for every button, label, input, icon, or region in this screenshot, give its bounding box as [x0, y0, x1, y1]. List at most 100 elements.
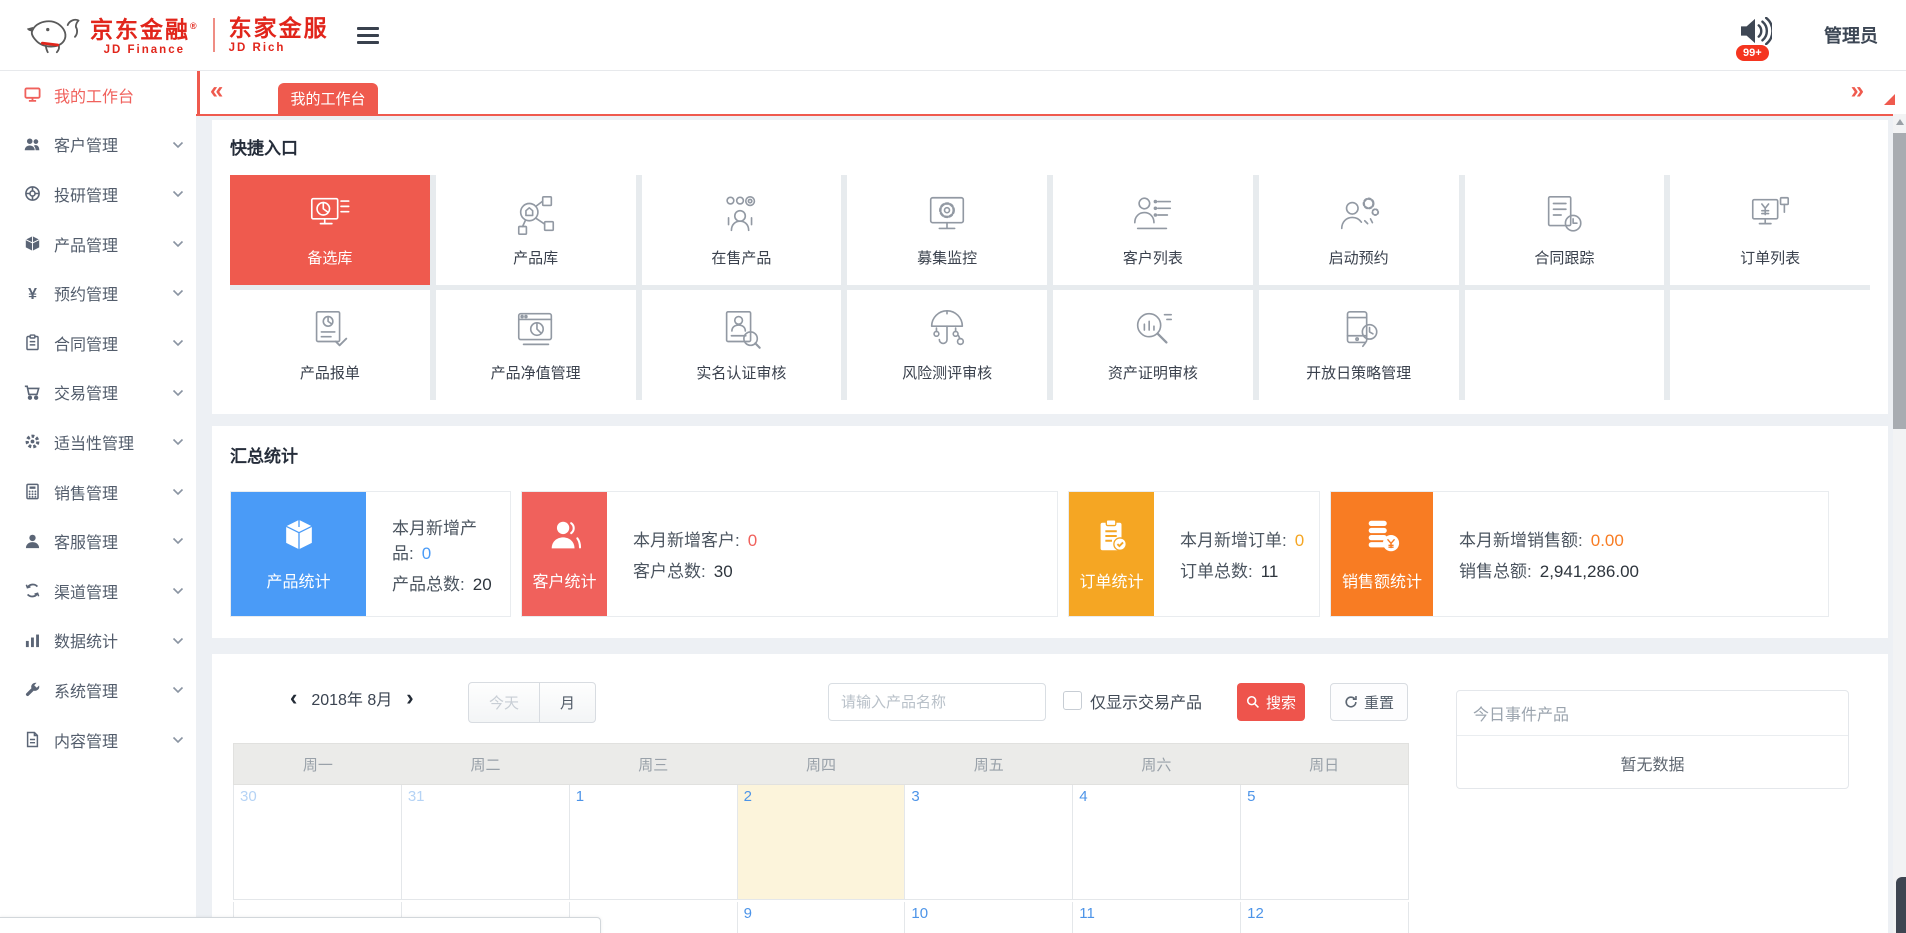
quick-entry-card[interactable]: 订单列表 — [1670, 175, 1870, 285]
calendar-day-cell[interactable]: 11 — [1073, 902, 1240, 933]
sidebar-item[interactable]: ¥预约管理 — [0, 268, 196, 318]
chevron-down-icon — [172, 339, 184, 347]
sidebar-item[interactable]: 适当性管理 — [0, 417, 196, 467]
sidebar-item[interactable]: 系统管理 — [0, 665, 196, 715]
menu-toggle-icon[interactable] — [357, 27, 379, 44]
quick-entry-card[interactable]: 备选库 — [230, 175, 430, 285]
sidebar-item-label: 客服管理 — [54, 529, 118, 553]
quick-entry-card[interactable]: 启动预约 — [1259, 175, 1459, 285]
calendar-day-cell[interactable]: 9 — [738, 902, 905, 933]
sidebar-item[interactable]: 投研管理 — [0, 169, 196, 219]
section-title-summary: 汇总统计 — [230, 442, 1870, 467]
weekday-label: 周五 — [905, 754, 1073, 775]
sidebar-item[interactable]: 我的工作台 — [0, 70, 196, 120]
clipboard-icon — [24, 334, 41, 351]
collapse-tabs-right-icon[interactable]: » — [1851, 77, 1864, 105]
quick-entry-label: 产品净值管理 — [491, 362, 581, 383]
sidebar-item-label: 投研管理 — [54, 182, 118, 206]
stat-card: 销售额统计本月新增销售额:0.00销售总额:2,941,286.00 — [1330, 491, 1829, 617]
quick-entry-card[interactable]: 开放日策略管理 — [1259, 290, 1459, 400]
notifications-button[interactable]: 99+ — [1738, 11, 1778, 59]
cart-icon — [24, 384, 41, 401]
quick-entry-label: 合同跟踪 — [1534, 247, 1594, 268]
today-button[interactable]: 今天 — [468, 682, 540, 723]
weekday-label: 周三 — [569, 754, 737, 775]
today-events-title: 今日事件产品 — [1457, 691, 1848, 736]
registered-mark: ® — [190, 21, 199, 31]
sidebar-item[interactable]: 客户管理 — [0, 120, 196, 170]
search-button[interactable]: 搜索 — [1237, 683, 1305, 721]
candidate-library-icon — [307, 192, 353, 238]
sidebar-item[interactable]: 销售管理 — [0, 467, 196, 517]
user-icon — [24, 533, 41, 550]
quick-entry-card[interactable]: 产品库 — [436, 175, 636, 285]
stat-line1-value: 0.00 — [1591, 531, 1624, 550]
calendar-day-number: 9 — [744, 905, 752, 922]
quick-entry-card[interactable]: 产品报单 — [230, 290, 430, 400]
scroll-up-arrow-icon[interactable] — [1896, 119, 1904, 125]
next-month-icon[interactable]: › — [406, 687, 413, 709]
sidebar-item[interactable]: 交易管理 — [0, 368, 196, 418]
quick-entry-card[interactable]: 在售产品 — [642, 175, 842, 285]
stat-line1-label: 本月新增产品: — [392, 519, 477, 563]
logo-divider — [213, 18, 215, 52]
jd-finance-dashboard: 京东金融® JD Finance 东家金服 JD Rich 99+ 管理员 我的… — [0, 0, 1906, 933]
product-name-input[interactable] — [828, 683, 1046, 721]
calendar-day-cell[interactable]: 12 — [1241, 902, 1408, 933]
scrollbar-thumb-dark[interactable] — [1896, 877, 1906, 933]
weekday-label: 周二 — [402, 754, 570, 775]
quick-entry-card[interactable]: 实名认证审核 — [642, 290, 842, 400]
calendar-day-number: 10 — [911, 905, 928, 922]
calendar-day-number: 11 — [1079, 905, 1095, 922]
calendar-day-cell[interactable]: 2 — [738, 785, 905, 899]
corner-triangle-icon[interactable] — [1884, 94, 1895, 105]
calendar-week-row: 30 31 12345 — [233, 785, 1409, 900]
yen-icon: ¥ — [24, 285, 41, 302]
quick-entry-card[interactable]: 合同跟踪 — [1465, 175, 1665, 285]
calendar-day-cell[interactable]: 30 — [234, 785, 401, 899]
stat-line-total: 订单总数:11 — [1180, 557, 1304, 582]
orders-stat-icon — [1093, 517, 1131, 560]
chevron-down-icon — [172, 488, 184, 496]
trade-products-only-label[interactable]: 仅显示交易产品 — [1090, 689, 1202, 713]
quick-entry-label: 在售产品 — [711, 247, 771, 268]
calendar-day-cell[interactable]: 5 — [1241, 785, 1408, 899]
user-menu[interactable]: 管理员 — [1824, 22, 1878, 48]
stat-line-total: 客户总数:30 — [633, 557, 757, 582]
reset-button[interactable]: 重置 — [1330, 683, 1408, 721]
bar-chart-icon — [24, 632, 41, 649]
logo-secondary-text: 东家金服 — [229, 16, 329, 40]
calendar-day-cell[interactable]: 3 — [905, 785, 1072, 899]
month-view-button[interactable]: 月 — [539, 682, 596, 723]
cube-icon — [24, 235, 41, 252]
quick-entry-card[interactable]: 客户列表 — [1053, 175, 1253, 285]
calendar-day-number: 31 — [408, 788, 425, 805]
sidebar-item[interactable]: 内容管理 — [0, 715, 196, 765]
calendar-day-cell[interactable]: 10 — [905, 902, 1072, 933]
quick-entry-card[interactable]: 募集监控 — [847, 175, 1047, 285]
calendar-day-cell[interactable]: 1 — [570, 785, 737, 899]
weekday-label: 周六 — [1073, 754, 1241, 775]
sidebar-item[interactable]: 产品管理 — [0, 219, 196, 269]
sidebar-item[interactable]: 合同管理 — [0, 318, 196, 368]
calendar-day-cell[interactable]: 4 — [1073, 785, 1240, 899]
scrollbar-thumb[interactable] — [1893, 133, 1906, 429]
calendar-day-cell[interactable]: 31 — [402, 785, 569, 899]
prev-month-icon[interactable]: ‹ — [290, 687, 297, 709]
sidebar-item[interactable]: 客服管理 — [0, 516, 196, 566]
sidebar-nav: 我的工作台客户管理投研管理产品管理¥预约管理合同管理交易管理适当性管理销售管理客… — [0, 70, 196, 933]
collapse-tabs-left-icon[interactable]: « — [210, 77, 223, 105]
quick-entry-label: 客户列表 — [1123, 247, 1183, 268]
stat-line2-label: 销售总额: — [1459, 562, 1532, 581]
quick-entry-card[interactable]: 资产证明审核 — [1053, 290, 1253, 400]
sidebar-item[interactable]: 数据统计 — [0, 616, 196, 666]
vertical-scrollbar[interactable] — [1893, 114, 1906, 933]
quick-entry-card[interactable]: 风险测评审核 — [847, 290, 1047, 400]
trade-products-only-checkbox[interactable] — [1063, 691, 1082, 710]
tab-my-workbench[interactable]: 我的工作台 — [278, 83, 378, 114]
wrench-icon — [24, 681, 41, 698]
sidebar-item[interactable]: 渠道管理 — [0, 566, 196, 616]
stat-card-info: 本月新增客户:0客户总数:30 — [607, 492, 757, 616]
quick-entry-card[interactable]: 产品净值管理 — [436, 290, 636, 400]
calendar-day-number: 30 — [240, 788, 257, 805]
